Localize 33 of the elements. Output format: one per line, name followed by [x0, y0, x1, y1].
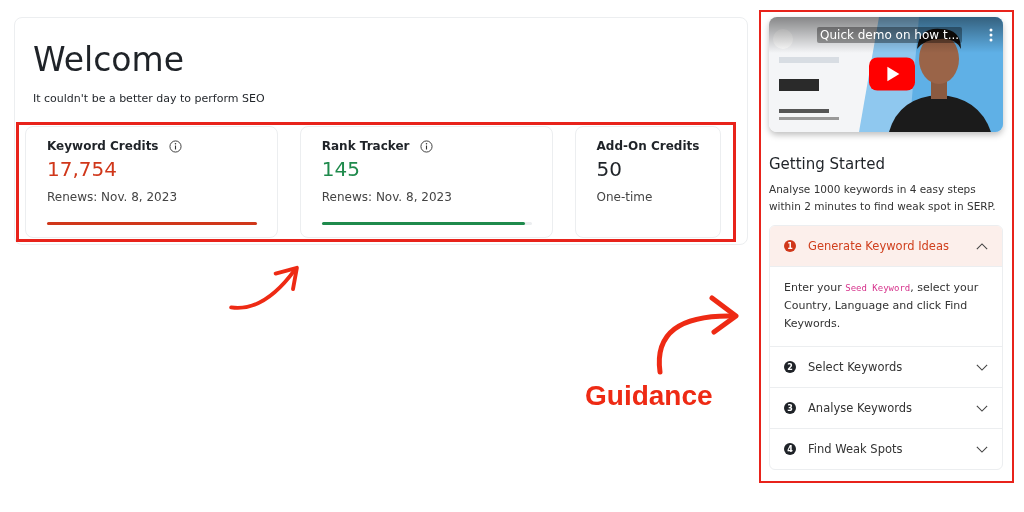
annotation-label: Guidance	[585, 380, 713, 412]
welcome-title: Welcome	[33, 40, 185, 80]
step-header[interactable]: 1 Generate Keyword Ideas	[770, 226, 1002, 266]
chevron-down-icon	[976, 363, 988, 371]
step-header[interactable]: 3 Analyse Keywords	[770, 388, 1002, 428]
step-instructions: Enter your Seed Keyword, select your Country, Language and click Find Keywords.	[770, 266, 1002, 346]
video-player[interactable]: Quick demo on how t...	[769, 17, 1003, 132]
stat-label: Add-On Credits	[596, 139, 700, 153]
stat-label: Rank Tracker	[321, 139, 410, 153]
stat-value: 145	[321, 156, 361, 182]
step-header[interactable]: 4 Find Weak Spots	[770, 429, 1002, 469]
section-title: Getting Started	[769, 155, 886, 173]
section-description: Analyse 1000 keywords in 4 easy steps within 2 minutes to find weak spot in SERP.	[769, 182, 997, 214]
stat-note: One-time	[596, 190, 654, 204]
video-title: Quick demo on how t...	[817, 27, 963, 43]
chevron-down-icon	[976, 404, 988, 412]
info-icon[interactable]	[419, 139, 433, 153]
step-number: 2	[784, 361, 796, 373]
step-number: 3	[784, 402, 796, 414]
step-number: 1	[784, 240, 796, 252]
chevron-up-icon	[976, 242, 988, 250]
chevron-down-icon	[976, 445, 988, 453]
stat-note: Renews: Nov. 8, 2023	[47, 190, 178, 204]
stat-note: Renews: Nov. 8, 2023	[321, 190, 453, 204]
stat-value: 50	[596, 156, 623, 182]
info-icon[interactable]	[168, 139, 182, 153]
step-header[interactable]: 2 Select Keywords	[770, 347, 1002, 387]
play-icon[interactable]	[869, 57, 915, 91]
stat-label: Keyword Credits	[47, 139, 159, 153]
more-options-icon[interactable]	[989, 28, 993, 42]
step-number: 4	[784, 443, 796, 455]
stat-value: 17,754	[47, 156, 118, 182]
welcome-subtitle: It couldn't be a better day to perform SEO	[33, 92, 266, 105]
